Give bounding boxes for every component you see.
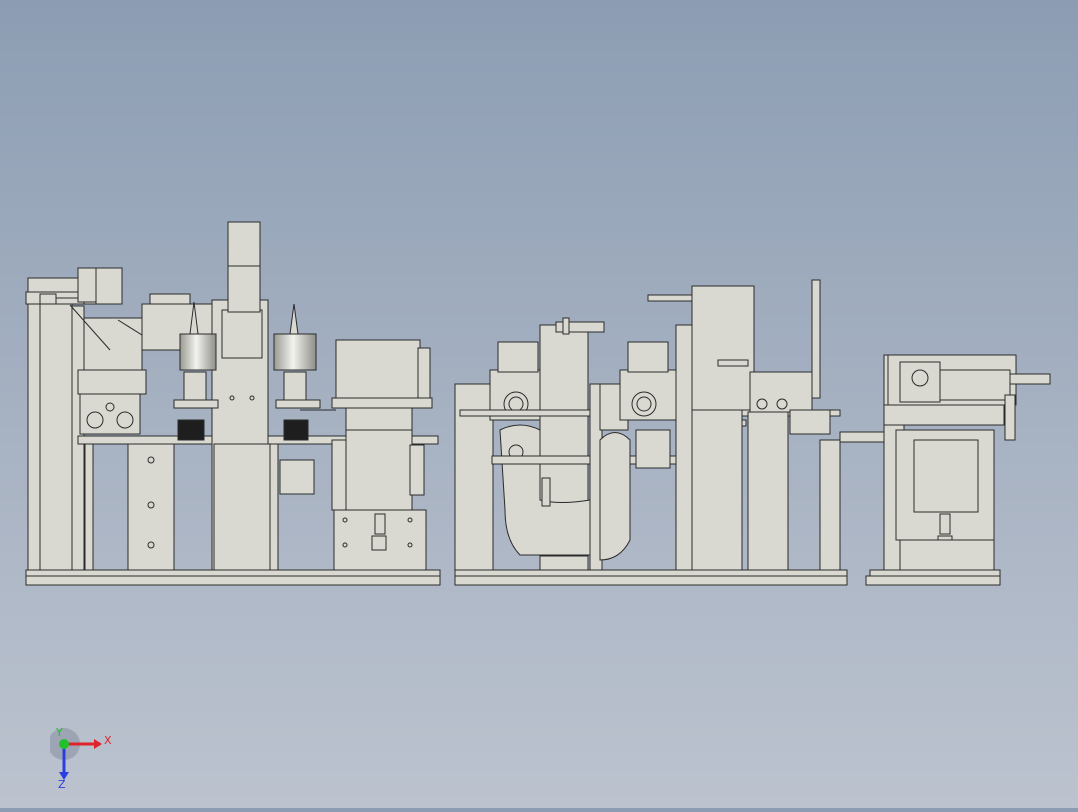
middle-station[interactable] xyxy=(454,279,848,586)
right-pulley xyxy=(283,419,309,441)
motor xyxy=(279,459,315,495)
left-column xyxy=(27,299,73,571)
cad-graphics-area[interactable] xyxy=(0,0,1078,808)
left-base-plate xyxy=(25,575,441,586)
axis-triad: X Y Z xyxy=(48,726,130,798)
right-drum xyxy=(273,333,317,371)
right-base-plate xyxy=(865,575,1001,586)
left-pulley xyxy=(177,419,205,441)
left-station[interactable] xyxy=(25,221,441,586)
triad-graphic: X Y Z xyxy=(48,726,112,791)
y-axis-dot xyxy=(59,739,69,749)
x-axis-label: X xyxy=(104,734,112,747)
vertical-actuator xyxy=(227,221,261,313)
left-drum xyxy=(179,333,217,371)
assembly-drawing xyxy=(25,221,1051,586)
y-axis-label: Y xyxy=(55,728,63,739)
middle-housing xyxy=(691,285,755,411)
z-axis-label: Z xyxy=(58,778,66,791)
right-station[interactable] xyxy=(839,354,1051,586)
left-housing xyxy=(335,339,421,399)
middle-base-plate xyxy=(454,575,848,586)
spring-block xyxy=(635,429,671,469)
